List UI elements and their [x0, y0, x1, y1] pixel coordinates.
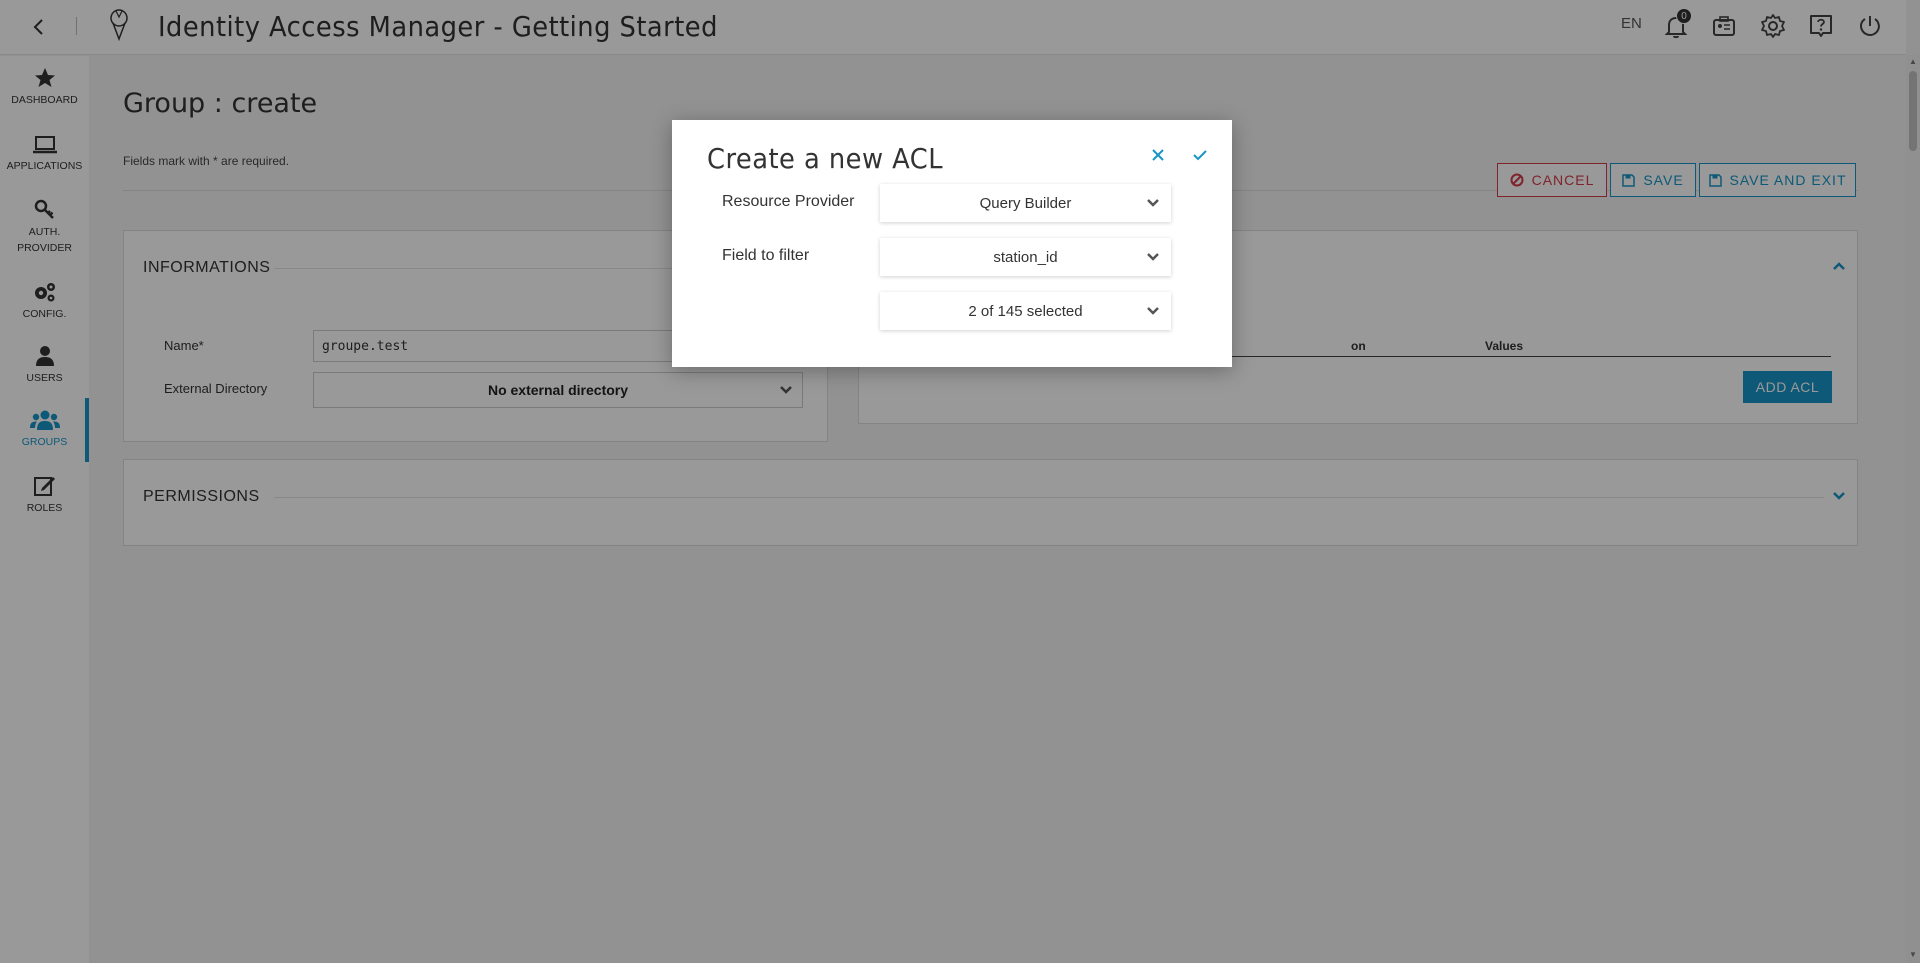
modal-close-button[interactable]	[1148, 145, 1168, 165]
resource-provider-select[interactable]: Query Builder	[880, 184, 1171, 222]
chevron-down-icon	[1147, 199, 1159, 207]
resource-provider-label: Resource Provider	[722, 193, 855, 210]
chevron-down-icon	[1147, 253, 1159, 261]
field-to-filter-label: Field to filter	[722, 247, 810, 264]
create-acl-modal: Create a new ACL Resource Provider Query…	[672, 120, 1232, 367]
close-icon	[1152, 149, 1164, 161]
check-icon	[1193, 150, 1207, 161]
resource-provider-value: Query Builder	[979, 194, 1072, 212]
field-to-filter-value: station_id	[993, 248, 1058, 266]
chevron-down-icon	[1147, 307, 1159, 315]
values-selection-summary: 2 of 145 selected	[968, 302, 1083, 320]
modal-title: Create a new ACL	[707, 142, 944, 175]
field-to-filter-select[interactable]: station_id	[880, 238, 1171, 276]
modal-confirm-button[interactable]	[1190, 145, 1210, 165]
values-multiselect[interactable]: 2 of 145 selected	[880, 292, 1171, 330]
